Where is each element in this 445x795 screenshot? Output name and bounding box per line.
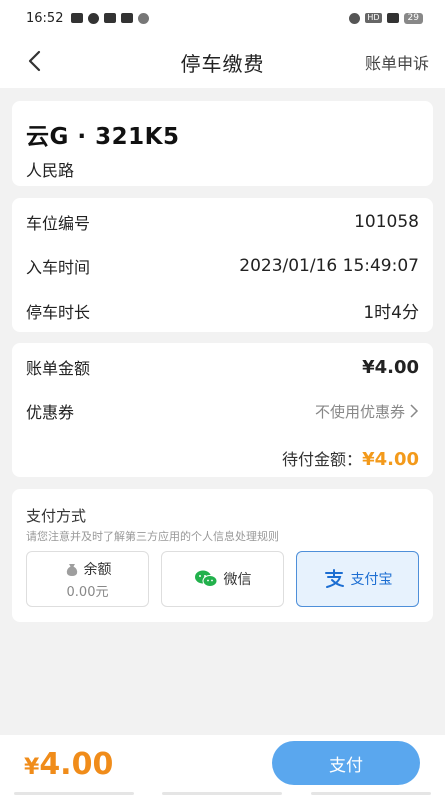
app-icon <box>88 12 100 24</box>
status-time: 16:52 <box>26 10 64 26</box>
payment-title: 支付方式 <box>26 507 87 525</box>
balance-value: 0.00元 <box>66 584 109 600</box>
back-arrow-icon[interactable] <box>22 48 48 74</box>
info-row-space-number: 车位编号 101058 <box>26 210 419 234</box>
info-label: 车位编号 <box>26 214 91 233</box>
mail-icon <box>71 13 84 23</box>
info-label: 入车时间 <box>26 258 91 277</box>
parking-info-card: 车位编号 101058 入车时间 2023/01/16 15:49:07 停车时… <box>12 198 433 332</box>
mute-icon <box>349 12 361 24</box>
pending-label: 待付金额： <box>282 450 363 469</box>
total-amount: ¥4.00 <box>24 747 113 782</box>
nfc-icon <box>138 12 150 24</box>
balance-label: 余额 <box>83 561 112 578</box>
tiktok-icon <box>121 13 134 23</box>
money-bag-icon <box>66 563 77 576</box>
vehicle-card: 云G · 321K5 人民路 <box>12 101 433 186</box>
payment-options: 余额 0.00元 微信 支付宝 <box>26 551 419 607</box>
payment-note: 请您注意并及时了解第三方应用的个人信息处理规则 <box>26 530 279 543</box>
bill-card: 账单金额 ¥4.00 优惠券 不使用优惠券 待付金额：¥4.00 <box>12 343 433 477</box>
total-value: 4.00 <box>39 747 114 782</box>
nav-bar: 停车缴费 账单申诉 <box>0 36 445 88</box>
coupon-selector[interactable]: 不使用优惠券 <box>315 401 419 422</box>
payment-method-card: 支付方式 请您注意并及时了解第三方应用的个人信息处理规则 余额 0.00元 微信 <box>12 489 433 622</box>
currency-symbol: ¥ <box>24 755 40 780</box>
pending-amount: 待付金额：¥4.00 <box>282 446 419 470</box>
info-value: 1时4分 <box>363 303 419 323</box>
chat-icon <box>104 13 117 23</box>
wechat-label: 微信 <box>223 572 252 588</box>
info-row-entry-time: 入车时间 2023/01/16 15:49:07 <box>26 254 419 278</box>
coupon-row[interactable]: 优惠券 不使用优惠券 <box>26 399 419 423</box>
coupon-value: 不使用优惠券 <box>314 402 405 421</box>
status-bar: 16:52 HD 29 <box>0 0 445 36</box>
info-value: 2023/01/16 15:49:07 <box>239 256 419 276</box>
coupon-label: 优惠券 <box>26 403 75 422</box>
pending-value: ¥4.00 <box>362 449 419 470</box>
bill-appeal-link[interactable]: 账单申诉 <box>365 50 429 74</box>
bill-amount-label: 账单金额 <box>26 359 91 378</box>
bill-amount-row: 账单金额 ¥4.00 <box>26 355 419 379</box>
alipay-label: 支付宝 <box>350 572 393 588</box>
balance-option[interactable]: 余额 0.00元 <box>26 551 149 607</box>
info-label: 停车时长 <box>26 302 91 322</box>
hd-badge: HD <box>365 13 382 23</box>
wechat-option[interactable]: 微信 <box>161 551 284 607</box>
plate-number: 云G · 321K5 <box>26 124 180 150</box>
bill-amount-value: ¥4.00 <box>362 356 419 378</box>
wechat-icon <box>194 570 217 587</box>
pay-button[interactable]: 支付 <box>272 741 420 785</box>
info-row-duration: 停车时长 1时4分 <box>26 298 419 324</box>
alipay-option[interactable]: 支付宝 <box>296 551 419 607</box>
chevron-right-icon <box>410 404 419 418</box>
signal-icon <box>386 13 399 23</box>
info-value: 101058 <box>354 212 419 232</box>
bottom-bar: ¥4.00 支付 <box>0 735 445 795</box>
alipay-icon <box>324 569 344 588</box>
page-title: 停车缴费 <box>180 51 265 76</box>
road-name: 人民路 <box>26 161 75 180</box>
battery-indicator: 29 <box>403 12 423 24</box>
